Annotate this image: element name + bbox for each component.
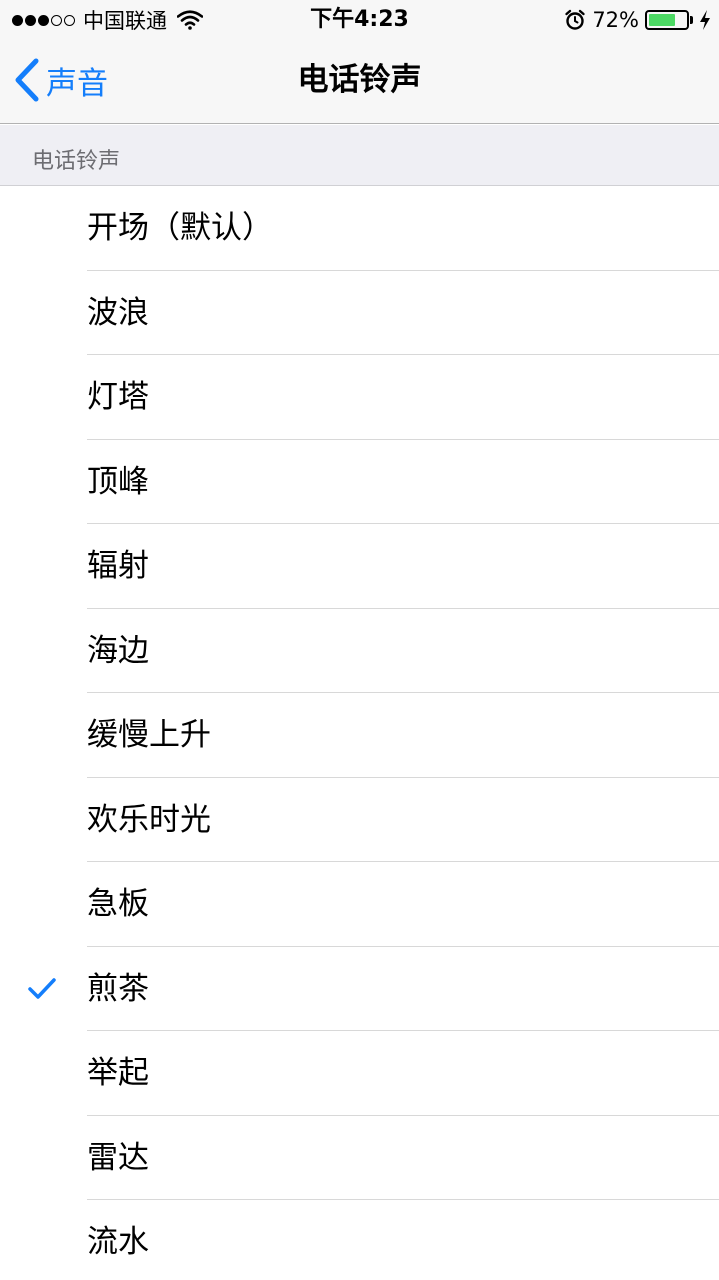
ringtone-label: 海边	[87, 632, 149, 669]
battery-level	[649, 14, 675, 26]
ringtone-row[interactable]: 辐射	[0, 524, 719, 609]
ringtone-row[interactable]: 急板	[0, 862, 719, 947]
charging-bolt-icon	[700, 10, 710, 30]
alarm-icon	[565, 9, 586, 30]
section-header: 电话铃声	[0, 125, 719, 186]
ringtone-label: 辐射	[87, 548, 149, 584]
ringtone-row[interactable]: 顶峰	[0, 440, 719, 524]
page-title: 电话铃声	[297, 62, 422, 98]
ringtone-row[interactable]: 灯塔	[0, 355, 719, 440]
ringtone-row[interactable]: 缓慢上升	[0, 693, 719, 778]
ringtone-label: 欢乐时光	[87, 801, 211, 838]
navigation-bar: 声音 电话铃声	[0, 40, 719, 124]
ringtone-label: 波浪	[87, 294, 149, 331]
ringtone-label: 急板	[87, 886, 149, 922]
ringtone-label: 煎茶	[87, 970, 149, 1007]
ringtone-list: 开场（默认） 波浪灯塔顶峰辐射海边缓慢上升欢乐时光急板煎茶举起雷达流水	[0, 186, 719, 1280]
ringtone-label: 开场（默认）	[87, 210, 273, 246]
section-header-label: 电话铃声	[32, 149, 121, 174]
ringtone-row[interactable]: 海边	[0, 609, 719, 693]
ringtone-row[interactable]: 开场（默认）	[0, 186, 719, 271]
ringtone-label: 流水	[87, 1224, 149, 1260]
ringtone-row[interactable]: 欢乐时光	[0, 778, 719, 862]
checkmark-icon	[28, 977, 56, 999]
status-bar: 中国联通 下午4:23 72%	[0, 0, 719, 40]
status-right: 72%	[564, 6, 711, 34]
ringtone-row[interactable]: 流水	[0, 1200, 719, 1280]
ringtone-label: 缓慢上升	[87, 717, 211, 753]
ringtone-row[interactable]: 煎茶	[0, 947, 719, 1031]
ringtone-label: 灯塔	[87, 379, 149, 415]
battery-icon	[645, 10, 689, 30]
battery-percent: 72%	[592, 8, 639, 32]
ringtone-label: 举起	[87, 1055, 149, 1091]
ringtone-label: 雷达	[87, 1139, 149, 1176]
ringtone-row[interactable]: 举起	[0, 1031, 719, 1116]
ringtone-label: 顶峰	[87, 463, 149, 500]
ringtone-row[interactable]: 波浪	[0, 271, 719, 355]
ringtone-row[interactable]: 雷达	[0, 1116, 719, 1200]
battery-cap	[690, 16, 693, 24]
